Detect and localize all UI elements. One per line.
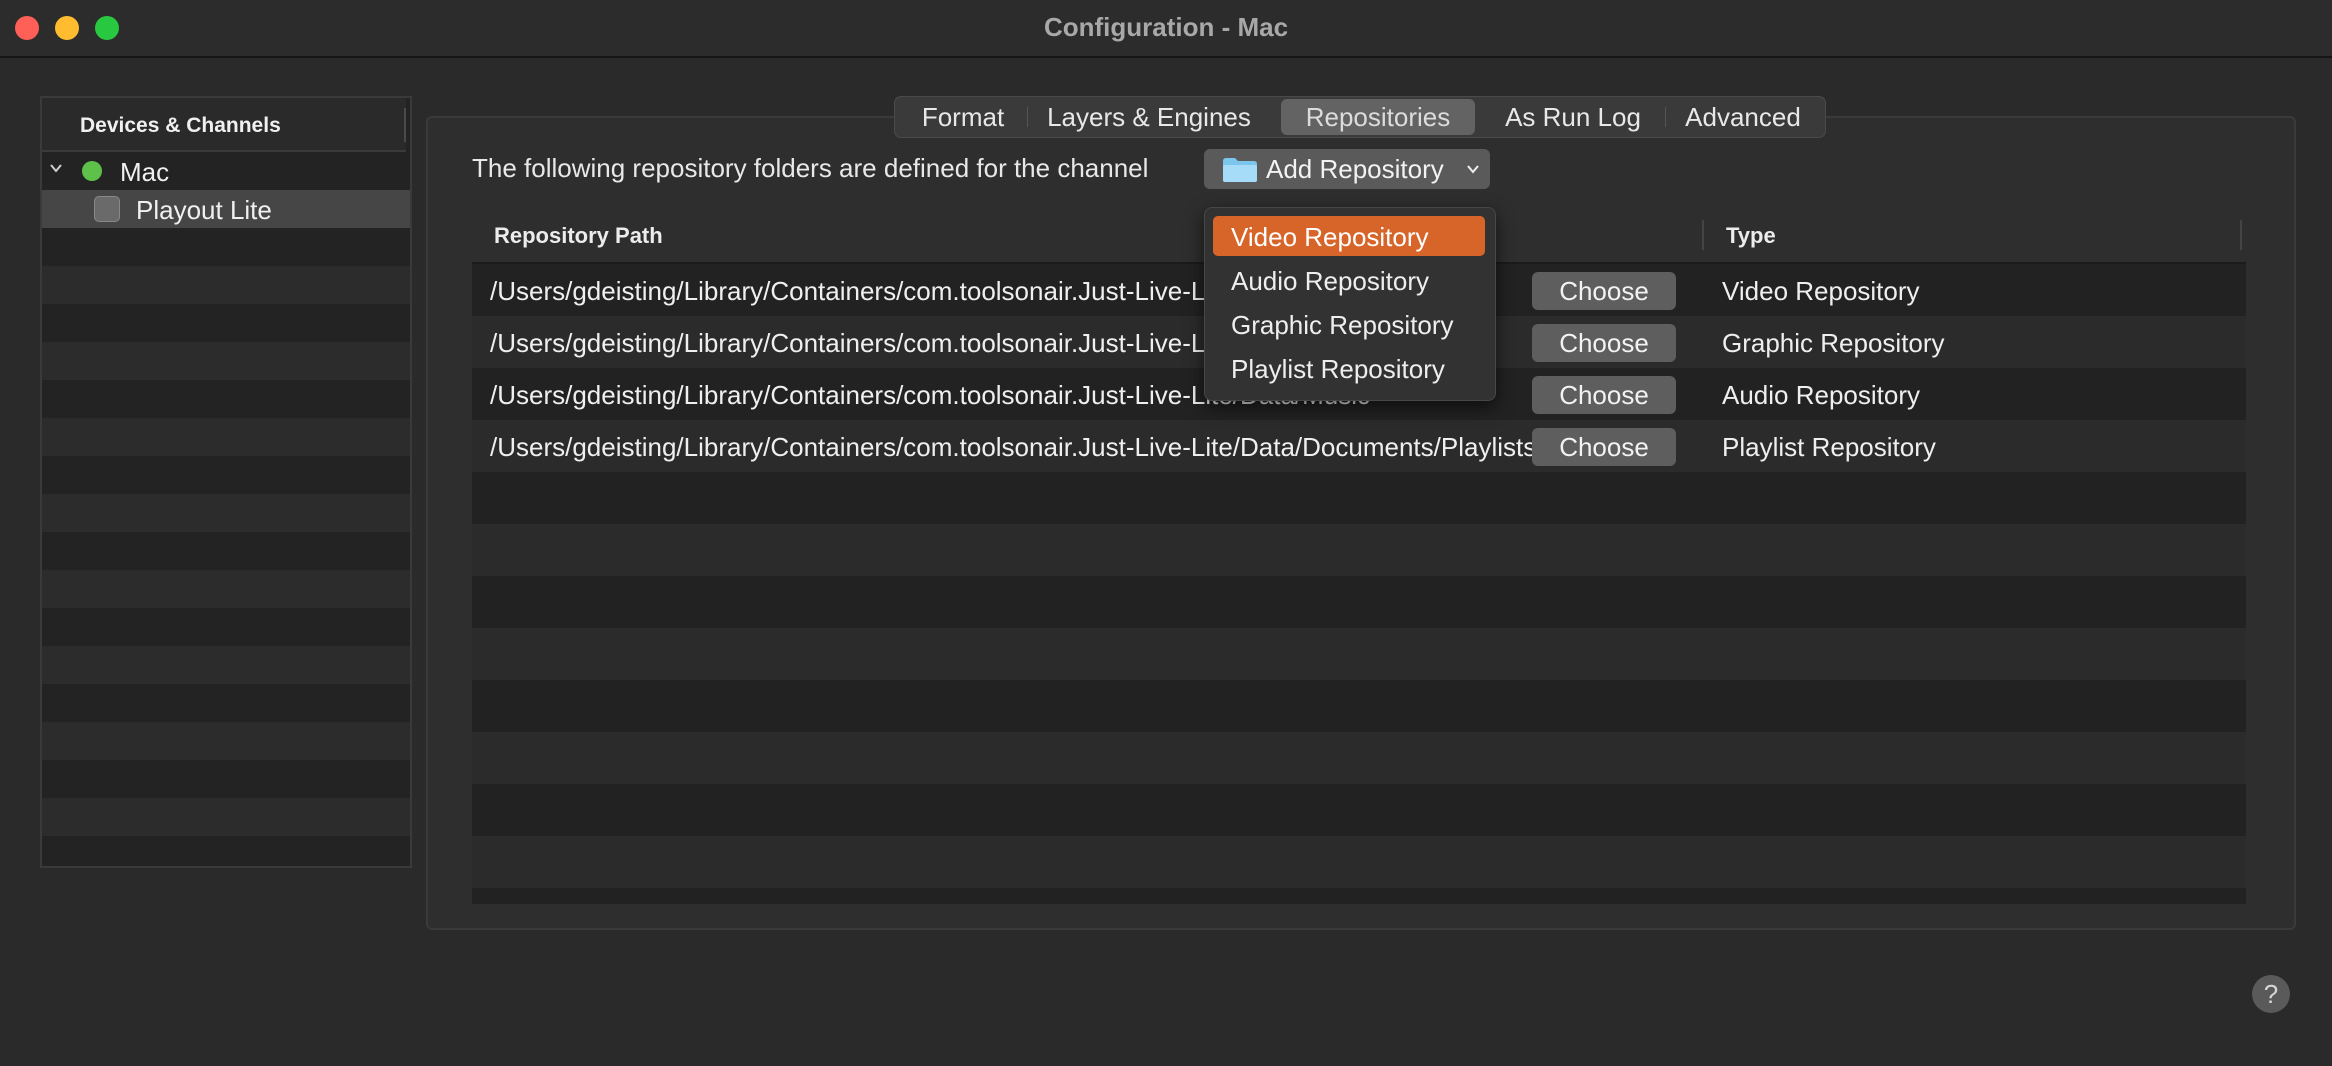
empty-row xyxy=(472,524,2246,576)
choose-button[interactable]: Choose xyxy=(1532,428,1676,466)
repository-type: Audio Repository xyxy=(1722,380,1920,410)
empty-row xyxy=(42,494,410,532)
empty-row xyxy=(42,722,410,760)
tab-format[interactable]: Format xyxy=(901,99,1025,135)
chevron-down-icon[interactable] xyxy=(50,162,62,174)
column-header-type[interactable]: Type xyxy=(1726,223,1776,249)
column-divider[interactable] xyxy=(2240,220,2242,250)
tab-repositories[interactable]: Repositories xyxy=(1281,99,1475,135)
sidebar-item-playout-lite[interactable]: Playout Lite xyxy=(42,190,410,228)
sidebar-item-mac[interactable]: Mac xyxy=(42,152,410,190)
choose-button[interactable]: Choose xyxy=(1532,324,1676,362)
empty-row xyxy=(42,228,410,266)
repository-type: Graphic Repository xyxy=(1722,328,1945,358)
empty-row xyxy=(472,836,2246,888)
empty-row xyxy=(42,304,410,342)
empty-row xyxy=(42,570,410,608)
empty-row xyxy=(472,576,2246,628)
menu-item-audio-repository[interactable]: Audio Repository xyxy=(1213,260,1485,300)
sidebar-header-label: Devices & Channels xyxy=(80,114,281,137)
sidebar-item-label: Playout Lite xyxy=(136,195,272,225)
empty-row xyxy=(42,760,410,798)
add-repository-menu: Video Repository Audio Repository Graphi… xyxy=(1204,207,1496,401)
empty-row xyxy=(42,532,410,570)
empty-row xyxy=(472,732,2246,784)
empty-row xyxy=(472,472,2246,524)
empty-row xyxy=(472,784,2246,836)
title-bar: Configuration - Mac xyxy=(0,0,2332,58)
tab-as-run-log[interactable]: As Run Log xyxy=(1487,99,1659,135)
choose-button[interactable]: Choose xyxy=(1532,376,1676,414)
folder-icon xyxy=(1223,158,1257,182)
help-button[interactable]: ? xyxy=(2252,975,2290,1013)
menu-item-playlist-repository[interactable]: Playlist Repository xyxy=(1213,348,1485,388)
repositories-description: The following repository folders are def… xyxy=(472,153,1149,183)
configuration-window: Configuration - Mac Devices & Channels M… xyxy=(0,0,2332,1066)
empty-row xyxy=(42,684,410,722)
tab-bar: Format Layers & Engines Repositories As … xyxy=(894,96,1826,138)
tab-separator xyxy=(1665,107,1666,127)
empty-row xyxy=(42,380,410,418)
column-divider[interactable] xyxy=(1702,220,1704,250)
empty-row xyxy=(42,836,410,866)
tab-separator xyxy=(1027,107,1028,127)
table-row[interactable]: /Users/gdeisting/Library/Containers/com.… xyxy=(472,420,2246,472)
sidebar-header: Devices & Channels xyxy=(42,98,406,152)
chevron-down-icon xyxy=(1467,165,1479,174)
repository-type: Playlist Repository xyxy=(1722,432,1936,462)
add-repository-button[interactable]: Add Repository xyxy=(1204,149,1490,189)
menu-item-graphic-repository[interactable]: Graphic Repository xyxy=(1213,304,1485,344)
choose-button[interactable]: Choose xyxy=(1532,272,1676,310)
menu-item-label: Playlist Repository xyxy=(1231,354,1445,384)
empty-row xyxy=(472,680,2246,732)
menu-item-video-repository[interactable]: Video Repository xyxy=(1213,216,1485,256)
empty-row xyxy=(42,608,410,646)
tab-advanced[interactable]: Advanced xyxy=(1667,99,1819,135)
repository-type: Video Repository xyxy=(1722,276,1920,306)
menu-item-label: Graphic Repository xyxy=(1231,310,1454,340)
empty-row xyxy=(42,266,410,304)
column-divider[interactable] xyxy=(404,108,406,142)
empty-row xyxy=(472,628,2246,680)
devices-sidebar: Devices & Channels Mac Playout Lite xyxy=(40,96,412,868)
empty-row xyxy=(42,798,410,836)
menu-item-label: Video Repository xyxy=(1231,222,1429,252)
empty-row xyxy=(42,456,410,494)
empty-row xyxy=(42,418,410,456)
menu-item-label: Audio Repository xyxy=(1231,266,1429,296)
channel-checkbox[interactable] xyxy=(94,196,120,222)
add-repository-label: Add Repository xyxy=(1266,154,1444,184)
status-online-icon xyxy=(82,161,102,181)
column-header-path[interactable]: Repository Path xyxy=(494,223,663,249)
sidebar-item-label: Mac xyxy=(120,157,170,187)
empty-row xyxy=(42,646,410,684)
window-title: Configuration - Mac xyxy=(1043,12,1289,42)
sidebar-list: Mac Playout Lite xyxy=(42,152,410,866)
tab-layers-engines[interactable]: Layers & Engines xyxy=(1029,99,1269,135)
repository-path: /Users/gdeisting/Library/Containers/com.… xyxy=(490,432,1537,462)
empty-row xyxy=(42,342,410,380)
